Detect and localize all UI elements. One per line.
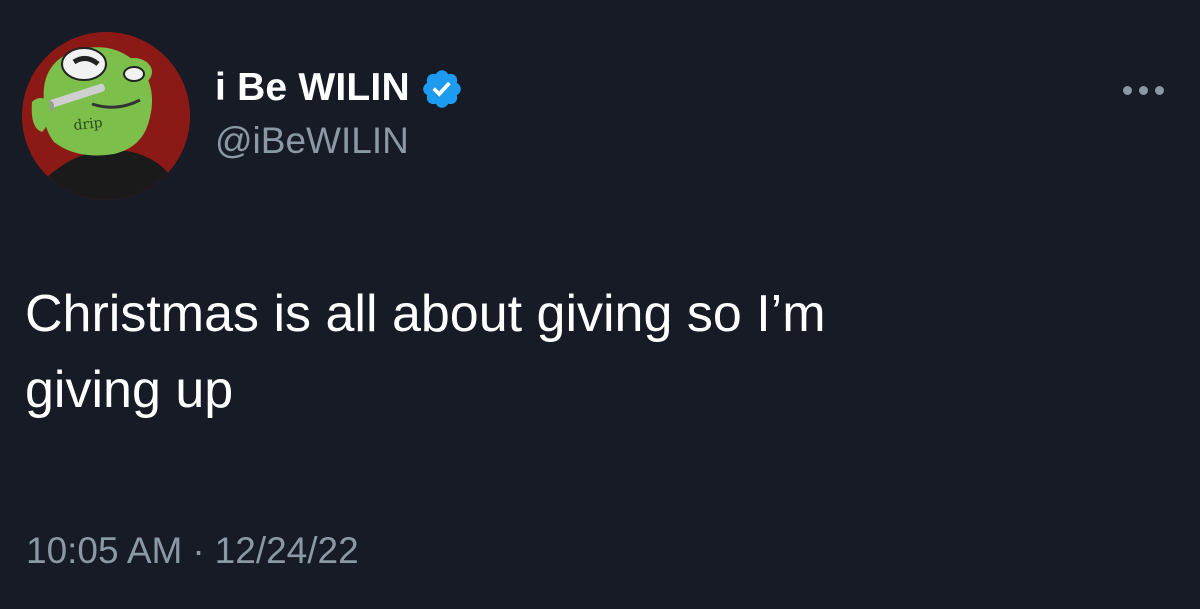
user-handle[interactable]: @iBeWILIN: [215, 120, 409, 162]
tweet-date[interactable]: 12/24/22: [215, 530, 359, 572]
more-options-button[interactable]: [1108, 70, 1178, 110]
tweet-card: drip i Be WILIN @iBeWILIN Christmas is a…: [0, 0, 1200, 609]
display-name-row: i Be WILIN: [215, 64, 464, 112]
more-horizontal-icon-dot: [1122, 85, 1132, 95]
tweet-time[interactable]: 10:05 AM: [26, 530, 182, 572]
verified-badge-icon: [423, 70, 461, 108]
more-horizontal-icon-dot: [1154, 85, 1164, 95]
more-horizontal-icon-dot: [1138, 85, 1148, 95]
tweet-timestamp: 10:05 AM · 12/24/22: [26, 530, 359, 572]
frog-avatar-image: drip: [22, 32, 190, 200]
tweet-text: Christmas is all about giving so I’m giv…: [25, 285, 826, 419]
display-name[interactable]: i Be WILIN: [215, 66, 410, 110]
meta-separator: ·: [192, 530, 205, 571]
avatar[interactable]: drip: [22, 32, 190, 200]
avatar-scribble: drip: [73, 115, 104, 134]
